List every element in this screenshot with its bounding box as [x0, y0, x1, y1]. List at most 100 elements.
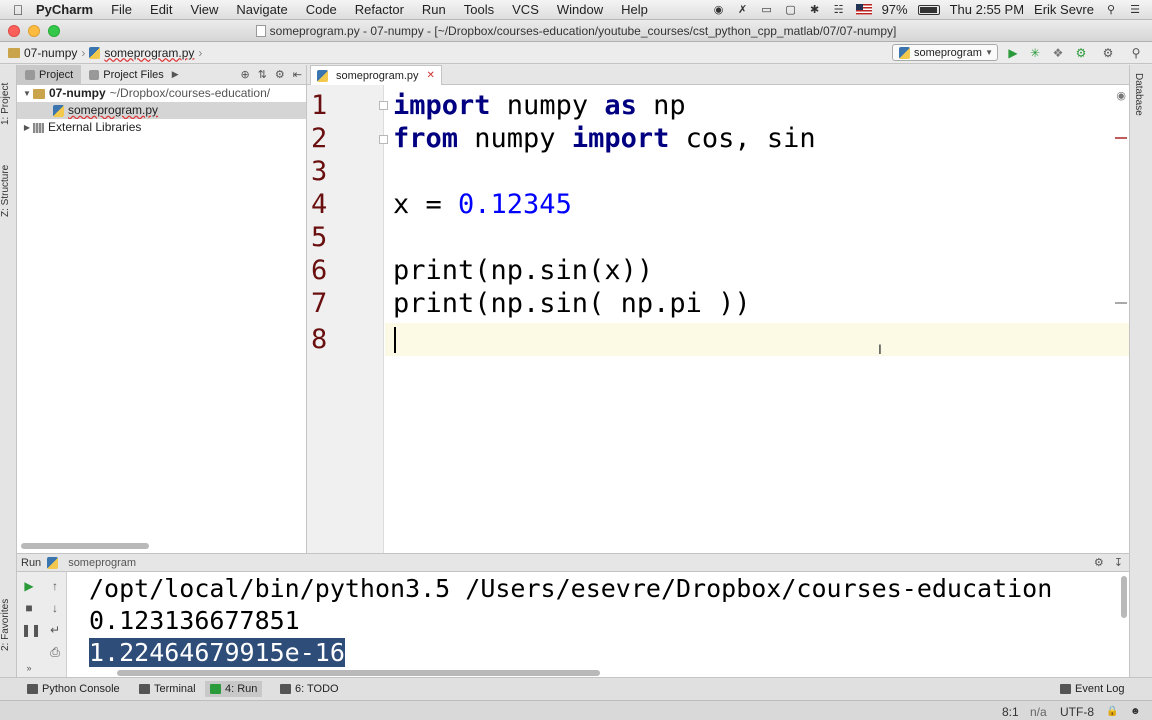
- tab-terminal[interactable]: Terminal: [134, 681, 201, 697]
- fold-marker-icon[interactable]: [379, 101, 388, 110]
- menu-view[interactable]: View: [190, 2, 218, 17]
- current-line-highlight: [385, 323, 1129, 356]
- scroll-up-icon[interactable]: ↑: [47, 578, 63, 594]
- menu-code[interactable]: Code: [306, 2, 337, 17]
- hide-panel-icon[interactable]: ↧: [1114, 556, 1123, 569]
- wifi-icon[interactable]: ☵: [832, 4, 846, 16]
- tab-project-files[interactable]: Project Files: [81, 65, 172, 85]
- chevron-right-icon[interactable]: ▶: [21, 119, 33, 136]
- line-number: 6: [311, 255, 328, 286]
- code-line-7: print(np.sin( np.pi )): [393, 288, 751, 319]
- more-tabs-icon[interactable]: ▶: [172, 69, 179, 80]
- time-machine-icon[interactable]: ◉: [712, 4, 726, 16]
- print-icon[interactable]: ⎙: [47, 644, 63, 660]
- coverage-button[interactable]: ❖: [1050, 45, 1066, 61]
- tree-item-someprogram[interactable]: someprogram.py: [17, 102, 306, 119]
- apple-icon[interactable]: : [0, 2, 36, 18]
- line-separator-info[interactable]: n/a: [1030, 704, 1047, 720]
- tab-database-tool[interactable]: Database: [1133, 73, 1144, 116]
- menu-file[interactable]: File: [111, 2, 132, 17]
- collapse-all-icon[interactable]: ⇅: [258, 68, 267, 81]
- breadcrumb-separator-icon: ›: [81, 45, 86, 60]
- lock-icon[interactable]: 🔒: [1106, 704, 1118, 720]
- hide-panel-icon[interactable]: ⇤: [293, 68, 302, 81]
- tab-run[interactable]: 4: Run: [205, 681, 263, 697]
- spotlight-search-icon[interactable]: ⚲: [1104, 4, 1118, 16]
- menu-refactor[interactable]: Refactor: [355, 2, 404, 17]
- breadcrumb-project[interactable]: 07-numpy: [24, 46, 77, 60]
- soft-wrap-icon[interactable]: ↵: [47, 622, 63, 638]
- rerun-button[interactable]: ▶: [21, 578, 37, 594]
- files-icon: [89, 69, 100, 80]
- tree-libraries-label: External Libraries: [48, 120, 142, 134]
- tab-structure-tool[interactable]: Z: Structure: [0, 151, 17, 231]
- gear-icon[interactable]: ⚙: [1094, 556, 1104, 569]
- more-actions-icon[interactable]: »: [21, 660, 37, 676]
- fold-marker-icon[interactable]: [379, 135, 388, 144]
- run-button[interactable]: ▶: [1005, 45, 1021, 61]
- horizontal-scrollbar[interactable]: [117, 670, 600, 676]
- menu-navigate[interactable]: Navigate: [236, 2, 287, 17]
- settings-button[interactable]: ⚙: [1100, 45, 1116, 61]
- scroll-down-icon[interactable]: ↓: [47, 600, 63, 616]
- tab-favorites-tool[interactable]: 2: Favorites: [0, 585, 17, 665]
- input-source-flag-icon[interactable]: [855, 4, 872, 15]
- code-editor[interactable]: someprogram.py ✕ 1 2 3 4 5 6 7 8 import …: [307, 65, 1129, 553]
- event-log-button[interactable]: Event Log: [1055, 681, 1130, 697]
- editor-tab-someprogram[interactable]: someprogram.py ✕: [310, 65, 442, 85]
- tab-project-tool[interactable]: 1: Project: [0, 69, 17, 139]
- menu-window[interactable]: Window: [557, 2, 603, 17]
- profile-button[interactable]: ⚙: [1073, 45, 1089, 61]
- code-line-1: import numpy as np: [393, 89, 686, 122]
- vertical-scrollbar[interactable]: [1121, 576, 1127, 618]
- bluetooth-icon[interactable]: ✱: [808, 4, 822, 16]
- tree-item-project-root[interactable]: ▼ 07-numpy ~/Dropbox/courses-education/: [17, 85, 306, 102]
- menu-run[interactable]: Run: [422, 2, 446, 17]
- file-encoding[interactable]: UTF-8: [1060, 704, 1094, 720]
- line-number: 2: [311, 123, 328, 154]
- tab-run-label: 4: Run: [225, 683, 258, 695]
- tab-todo[interactable]: 6: TODO: [275, 681, 344, 697]
- run-configuration-select[interactable]: someprogram ▼: [892, 44, 998, 61]
- error-stripe-marker[interactable]: [1115, 137, 1127, 139]
- debug-button[interactable]: ✳: [1027, 45, 1043, 61]
- tools-icon[interactable]: ✗: [736, 4, 750, 16]
- tab-project[interactable]: Project: [17, 64, 82, 85]
- bottom-status-strip: 8:1 n/a UTF-8 🔒 ☻: [0, 700, 1152, 720]
- pause-button[interactable]: ❚❚: [21, 622, 41, 638]
- breadcrumb-file[interactable]: someprogram.py: [104, 46, 194, 60]
- notification-center-icon[interactable]: ☰: [1128, 4, 1142, 16]
- search-everywhere-button[interactable]: ⚲: [1128, 45, 1144, 61]
- app-menu[interactable]: PyCharm: [36, 2, 93, 17]
- window-title: someprogram.py - 07-numpy - [~/Dropbox/c…: [269, 24, 897, 38]
- gear-icon[interactable]: ⚙: [275, 68, 285, 81]
- tree-item-external-libraries[interactable]: ▶ External Libraries: [17, 119, 306, 136]
- line-number: 7: [311, 288, 328, 319]
- console-output-line: 0.123136677851: [89, 606, 300, 635]
- battery-icon[interactable]: [917, 4, 940, 15]
- battery-percent[interactable]: 97%: [882, 2, 908, 17]
- menu-vcs[interactable]: VCS: [512, 2, 539, 17]
- menu-help[interactable]: Help: [621, 2, 648, 17]
- horizontal-scrollbar[interactable]: [21, 543, 149, 549]
- chevron-down-icon[interactable]: ▼: [21, 85, 33, 102]
- inspection-eye-icon[interactable]: ◉: [1116, 89, 1126, 102]
- hector-icon[interactable]: ☻: [1130, 704, 1141, 720]
- file-icon: [255, 25, 266, 37]
- user-name[interactable]: Erik Sevre: [1034, 2, 1094, 17]
- line-number: 5: [311, 222, 328, 253]
- stop-button[interactable]: ■: [21, 600, 37, 616]
- tab-python-console[interactable]: Python Console: [22, 681, 125, 697]
- cursor-position[interactable]: 8:1: [1002, 704, 1019, 720]
- airplay-icon[interactable]: ▭: [760, 4, 774, 16]
- sync-icon[interactable]: ⊕: [240, 68, 249, 81]
- close-tab-icon[interactable]: ✕: [427, 70, 435, 81]
- menu-tools[interactable]: Tools: [464, 2, 494, 17]
- menu-edit[interactable]: Edit: [150, 2, 172, 17]
- warning-stripe-marker[interactable]: [1115, 302, 1127, 304]
- display-icon[interactable]: ▢: [784, 4, 798, 16]
- code-line-4: x = 0.12345: [393, 188, 572, 221]
- clock[interactable]: Thu 2:55 PM: [950, 2, 1024, 17]
- code-text: numpy: [490, 90, 605, 121]
- code-text: x =: [393, 189, 459, 220]
